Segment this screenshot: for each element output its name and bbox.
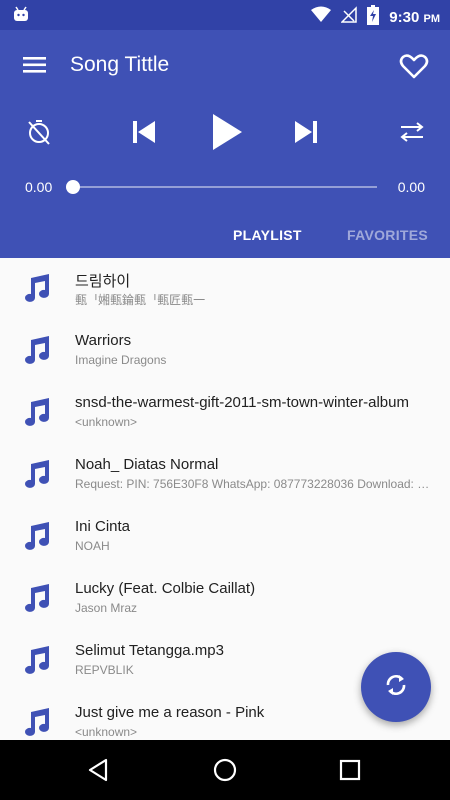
battery-charging-icon <box>367 5 380 30</box>
music-note-icon <box>20 706 52 738</box>
refresh-icon <box>383 672 409 703</box>
music-note-icon <box>20 396 52 428</box>
song-name: Ini Cinta <box>75 518 131 535</box>
music-player-app: 9:30 PM Song Tittle 0.00 0.00 PLAYLIST F… <box>0 0 450 800</box>
song-title: Song Tittle <box>70 53 170 76</box>
song-name: 드림하이 <box>75 273 131 290</box>
wifi-icon <box>311 6 332 29</box>
recents-icon[interactable] <box>337 757 363 783</box>
list-item[interactable]: Lucky (Feat. Colbie Caillat) Jason Mraz <box>0 568 450 630</box>
menu-icon[interactable] <box>22 52 48 78</box>
status-bar: 9:30 PM <box>0 0 450 30</box>
play-icon[interactable] <box>208 112 246 152</box>
time-total: 0.00 <box>397 179 425 195</box>
skip-next-icon[interactable] <box>292 118 320 146</box>
heart-outline-icon[interactable] <box>399 51 429 81</box>
playback-controls <box>0 110 450 154</box>
song-artist: NOAH <box>75 539 110 553</box>
navigation-bar <box>0 740 450 800</box>
song-artist: <unknown> <box>75 725 138 739</box>
refresh-button[interactable] <box>361 652 431 722</box>
song-name: Noah_ Diatas Normal <box>75 456 219 473</box>
timer-off-icon[interactable] <box>25 118 53 146</box>
song-artist: Jason Mraz <box>75 601 138 615</box>
music-note-icon <box>20 334 52 366</box>
status-time: 9:30 PM <box>389 9 440 26</box>
song-artist: 甀ᅵ㜀甀錀甀ᅵ甀匠甀⼀ <box>75 293 206 307</box>
music-note-icon <box>20 644 52 676</box>
signal-off-icon <box>340 6 358 29</box>
song-artist: <unknown> <box>75 415 138 429</box>
back-icon[interactable] <box>86 757 112 783</box>
music-note-icon <box>20 272 52 304</box>
tab-bar: PLAYLIST FAVORITES <box>0 218 450 258</box>
shuffle-icon[interactable] <box>398 118 426 146</box>
music-note-icon <box>20 520 52 552</box>
seek-thumb[interactable] <box>66 180 80 194</box>
song-name: Lucky (Feat. Colbie Caillat) <box>75 580 256 597</box>
player-header: Song Tittle 0.00 0.00 PLAYLIST FAVORITES <box>0 30 450 258</box>
song-name: Warriors <box>75 332 132 349</box>
song-artist: Request: PIN: 756E30F8 WhatsApp: 0877732… <box>75 477 430 491</box>
tab-favorites[interactable]: FAVORITES <box>347 227 428 243</box>
tab-playlist[interactable]: PLAYLIST <box>233 227 302 243</box>
music-note-icon <box>20 458 52 490</box>
list-item[interactable]: 드림하이 甀ᅵ㜀甀錀甀ᅵ甀匠甀⼀ <box>0 258 450 320</box>
song-artist: Imagine Dragons <box>75 353 167 367</box>
list-item[interactable]: Noah_ Diatas Normal Request: PIN: 756E30… <box>0 444 450 506</box>
list-item[interactable]: Warriors Imagine Dragons <box>0 320 450 382</box>
android-icon <box>12 6 30 29</box>
song-name: snsd-the-warmest-gift-2011-sm-town-winte… <box>75 394 409 411</box>
skip-previous-icon[interactable] <box>130 118 158 146</box>
time-elapsed: 0.00 <box>25 179 53 195</box>
toolbar: Song Tittle <box>0 30 450 100</box>
seek-bar[interactable] <box>72 186 377 188</box>
list-item[interactable]: Ini Cinta NOAH <box>0 506 450 568</box>
progress-row: 0.00 0.00 <box>0 175 450 199</box>
list-item[interactable]: snsd-the-warmest-gift-2011-sm-town-winte… <box>0 382 450 444</box>
home-icon[interactable] <box>212 757 238 783</box>
music-note-icon <box>20 582 52 614</box>
